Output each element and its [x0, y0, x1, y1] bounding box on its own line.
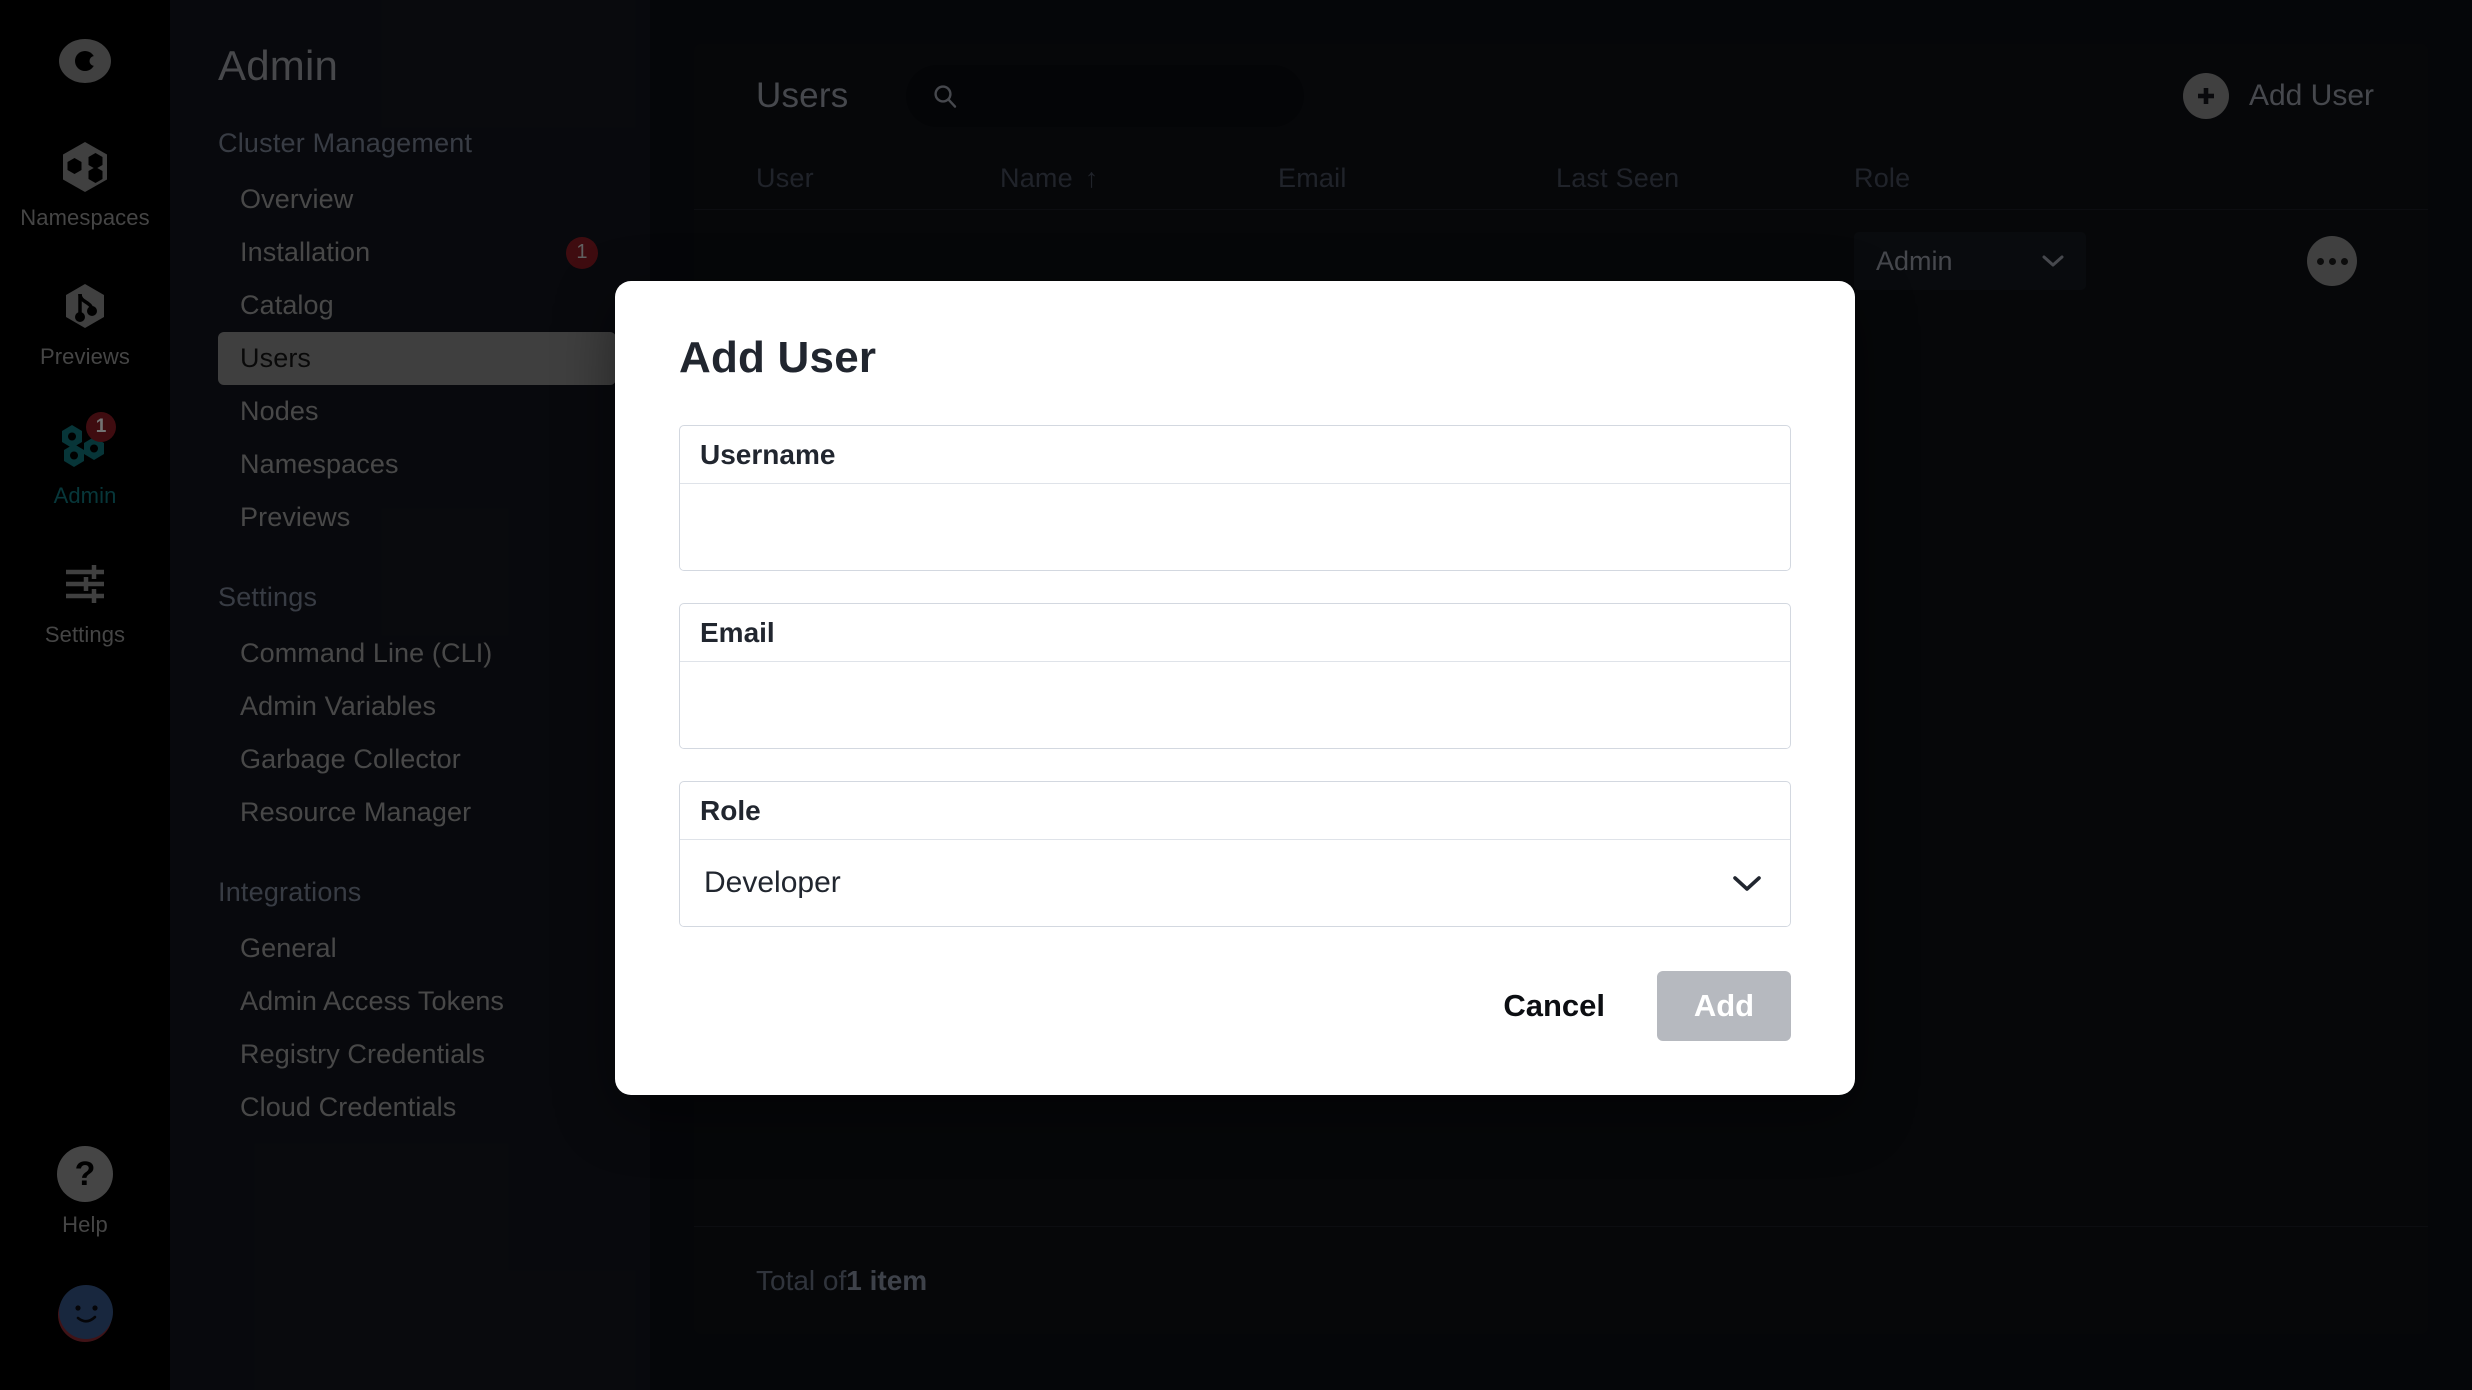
- role-select[interactable]: Developer: [680, 840, 1790, 926]
- app-root: Namespaces Previews: [0, 0, 2472, 1390]
- username-field-group: Username: [679, 425, 1791, 571]
- email-field-group: Email: [679, 603, 1791, 749]
- add-user-dialog: Add User Username Email Role Developer C…: [615, 281, 1855, 1095]
- role-select-value: Developer: [704, 866, 841, 900]
- chevron-down-icon: [1730, 873, 1764, 893]
- role-label: Role: [680, 782, 1790, 840]
- username-input[interactable]: [680, 484, 1790, 570]
- username-label: Username: [680, 426, 1790, 484]
- email-label: Email: [680, 604, 1790, 662]
- dialog-actions: Cancel Add: [679, 971, 1791, 1041]
- add-button[interactable]: Add: [1657, 971, 1791, 1041]
- cancel-button[interactable]: Cancel: [1499, 976, 1609, 1036]
- role-field-group: Role Developer: [679, 781, 1791, 927]
- email-input[interactable]: [680, 662, 1790, 748]
- dialog-title: Add User: [679, 333, 1791, 383]
